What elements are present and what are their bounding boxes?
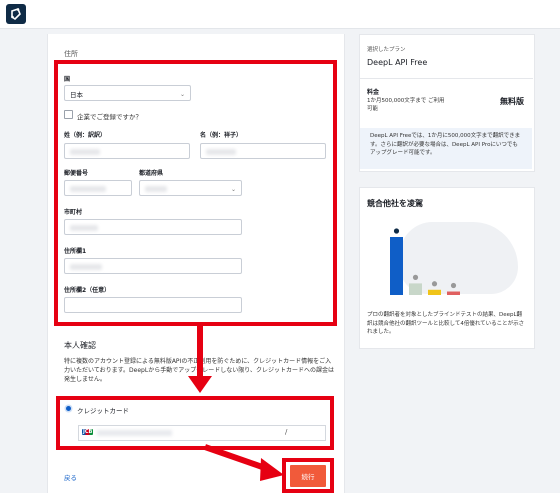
highlight-box-card (56, 396, 334, 450)
continue-button[interactable]: 続行 (290, 465, 326, 487)
bar-amazon (428, 289, 441, 295)
comparison-description: プロの翻訳者を対象としたブラインドテストの結果、DeepL翻訳は競合他社の翻訳ツ… (367, 312, 525, 335)
fee-description: 1か月500,000文字まで ご利用可能 (367, 98, 445, 112)
plan-name: DeepL API Free (367, 58, 428, 67)
identity-description: 特に複数のアカウント登録による無料版APIの不正利用を防ぐために、クレジットカー… (64, 358, 334, 383)
plan-note: DeepL API Freeでは、1か月に500,000文字まで翻訳できます。さ… (360, 128, 532, 169)
bar-microsoft (447, 291, 460, 295)
selected-plan-label: 選択したプラン (367, 47, 406, 53)
highlight-box-address (54, 60, 337, 326)
comparison-title: 競合他社を凌駕 (367, 199, 423, 208)
microsoft-logo-icon (450, 282, 457, 289)
address-section-heading: 住所 (64, 50, 78, 58)
fee-value: 無料版 (500, 97, 524, 106)
bar-google (409, 283, 422, 295)
google-logo-icon (412, 274, 419, 280)
bar-deepl (390, 237, 403, 295)
back-link[interactable]: 戻る (64, 472, 77, 482)
deepl-logo-icon[interactable] (6, 4, 26, 24)
divider (359, 78, 533, 79)
comparison-chart (390, 228, 460, 295)
identity-section-title: 本人確認 (64, 341, 96, 350)
top-bar (0, 0, 560, 29)
deepl-logo-icon (393, 228, 400, 234)
fee-label: 料金 (367, 89, 380, 96)
amazon-logo-icon (431, 281, 438, 287)
